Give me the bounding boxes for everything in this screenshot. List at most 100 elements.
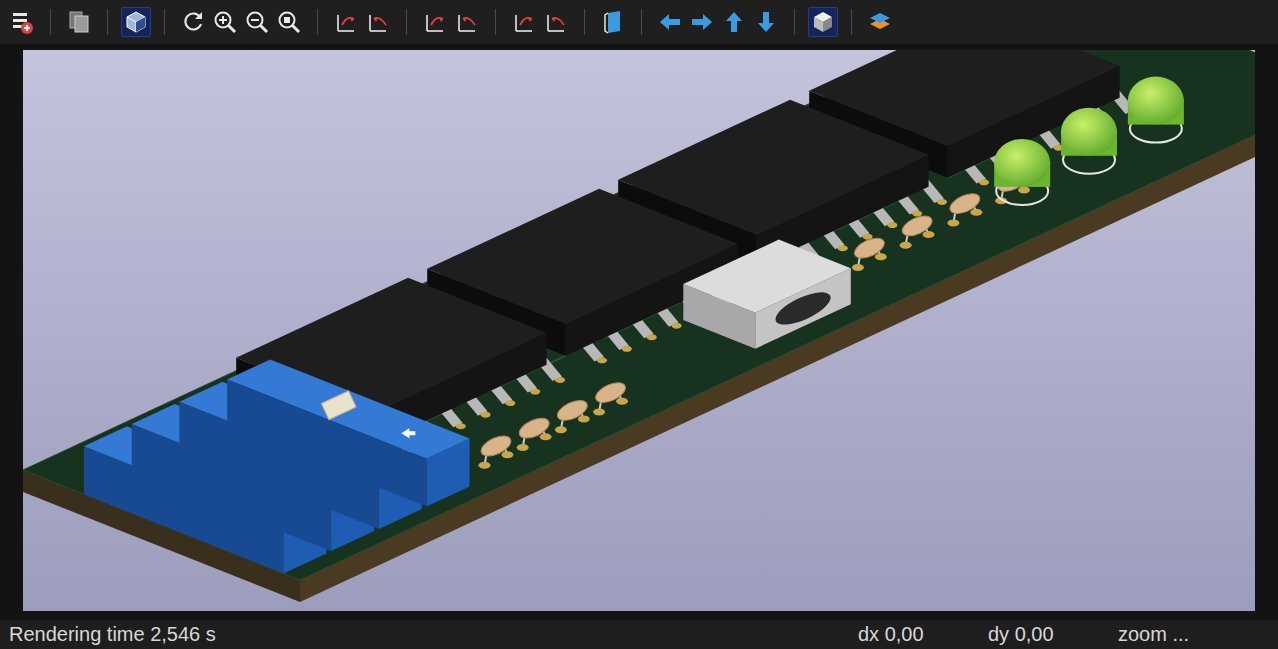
toolbar [0,0,1278,44]
toolbar-group [331,7,393,37]
flip-button[interactable] [598,7,628,37]
toolbar-group [121,7,151,37]
ic-chip [618,100,928,235]
toolbar-group [598,7,628,37]
copy-icon [66,9,92,35]
toolbar-group [865,7,895,37]
pad [887,222,897,228]
left-icon [657,9,683,35]
pad [979,179,989,185]
pad [540,433,552,440]
rotxcw-button[interactable] [331,7,361,37]
reload-icon [180,9,206,35]
pad [672,323,682,329]
right-icon [689,9,715,35]
rotzccw-icon [543,9,569,35]
toolbar-group [178,7,304,37]
rotxccw-icon [365,9,391,35]
board [23,50,1255,580]
resistor [554,396,590,424]
pad [622,346,632,352]
pad [875,253,887,260]
pad [970,209,982,216]
raytrace-button[interactable] [121,7,151,37]
usb-c-opening [771,286,835,331]
zoomin-icon [212,9,238,35]
pad [937,199,947,205]
3d-viewport[interactable] [23,50,1255,611]
toolbar-group [655,7,781,37]
zoomfit-button[interactable] [274,7,304,37]
rotzcw-button[interactable] [509,7,539,37]
switch-knob [321,391,356,420]
rotycw-icon [422,9,448,35]
resistor [947,190,983,218]
rotzccw-button[interactable] [541,7,571,37]
flip-icon [600,9,626,35]
right-button[interactable] [687,7,717,37]
viewport-frame [0,44,1278,620]
pcb-render [23,50,1255,611]
zoom-readout: zoom ... [1118,623,1278,646]
status-bar: Rendering time 2,546 sdx 0,00dy 0,00zoom… [0,620,1278,649]
toolbar-group [420,7,482,37]
pad [555,377,565,383]
led [994,139,1050,187]
toolbar-separator [851,9,852,35]
background [23,50,1255,611]
arrow-mark [401,428,415,438]
led [1128,77,1184,125]
export-button[interactable] [7,7,37,37]
rotyccw-icon [454,9,480,35]
layers-icon [867,9,893,35]
pad [900,242,912,249]
pad [578,416,590,423]
resistor [899,212,935,240]
down-button[interactable] [751,7,781,37]
layers-button[interactable] [865,7,895,37]
pad [479,462,491,469]
ortho-button[interactable] [808,7,838,37]
dx-readout: dx 0,00 [858,623,988,646]
toolbar-separator [641,9,642,35]
pad [1018,187,1030,194]
toolbar-separator [584,9,585,35]
toolbar-separator [317,9,318,35]
rotxcw-icon [333,9,359,35]
rotyccw-button[interactable] [452,7,482,37]
rotzcw-icon [511,9,537,35]
toolbar-group [808,7,838,37]
pad [647,334,657,340]
reload-button[interactable] [178,7,208,37]
toolbar-group [7,7,37,37]
pad [530,389,540,395]
raytrace-icon [123,9,149,35]
down-icon [753,9,779,35]
rotycw-button[interactable] [420,7,450,37]
copy-button[interactable] [64,7,94,37]
pad [481,412,491,418]
pad [838,245,848,251]
toolbar-separator [495,9,496,35]
resistor [516,414,552,442]
rendering-time: Rendering time 2,546 s [9,623,858,646]
pad [852,264,864,271]
pad [947,219,959,226]
resistor [593,379,629,407]
zoomin-button[interactable] [210,7,240,37]
up-button[interactable] [719,7,749,37]
pad [597,357,607,363]
pad [517,444,529,451]
resistor [851,234,887,262]
left-button[interactable] [655,7,685,37]
toolbar-separator [164,9,165,35]
toolbar-separator [50,9,51,35]
ortho-icon [810,9,836,35]
pad [555,426,567,433]
dip-switch [227,359,469,458]
pad [505,400,515,406]
zoomout-button[interactable] [242,7,272,37]
pad [501,451,513,458]
pad [456,423,466,429]
rotxccw-button[interactable] [363,7,393,37]
